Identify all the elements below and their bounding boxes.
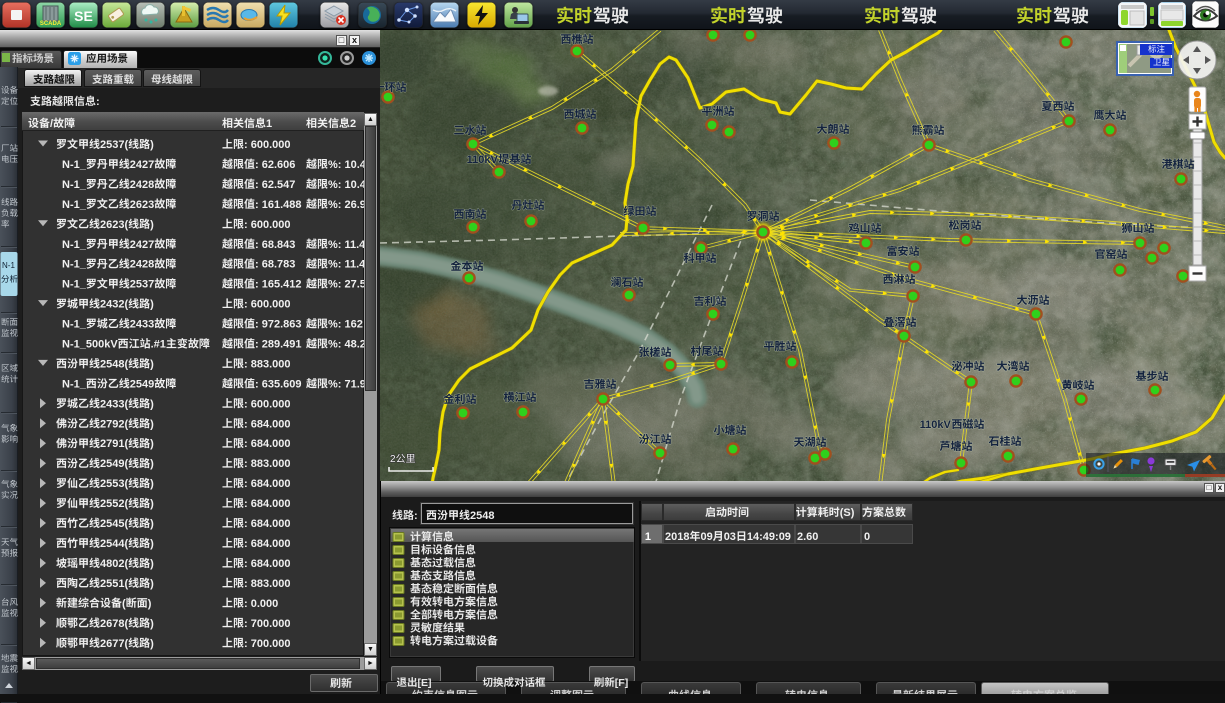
svg-text:SE: SE [74, 8, 93, 24]
svg-text:SCADA: SCADA [40, 21, 62, 27]
